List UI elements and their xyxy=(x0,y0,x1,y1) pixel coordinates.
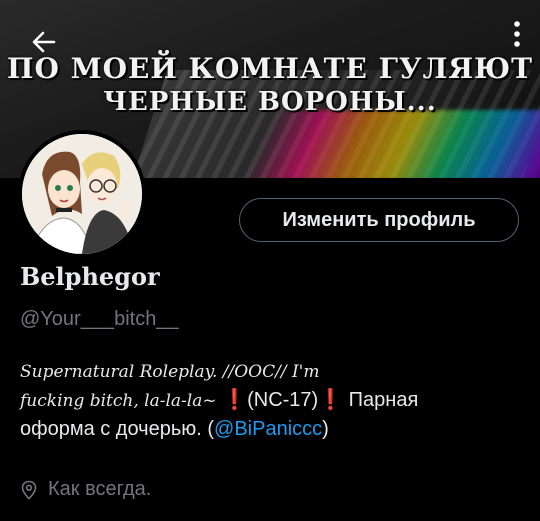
location-text: Как всегда. xyxy=(48,478,152,500)
username-handle: @Your___bitch__ xyxy=(20,308,179,330)
avatar[interactable] xyxy=(18,130,146,258)
profile-location: Как всегда. xyxy=(20,478,151,501)
bio-line3: оформа с дочерью. (@BiPaniccc) xyxy=(20,415,528,443)
bio-mention-link[interactable]: @BiPaniccc xyxy=(214,418,322,440)
bio-line1: Supernatural Roleplay. //OOC// I'm xyxy=(20,362,320,382)
warning-emoji-icon: ❗ xyxy=(318,389,344,411)
more-options-button[interactable] xyxy=(512,20,522,48)
banner-caption: ПО МОЕЙ КОМНАТЕ ГУЛЯЮТ ЧЕРНЫЕ ВОРОНЫ... xyxy=(0,52,540,118)
bio-rating: (NC-17) xyxy=(247,389,319,411)
bio-line2-tail: Парная xyxy=(343,389,419,411)
avatar-illustration xyxy=(22,134,142,254)
edit-profile-button[interactable]: Изменить профиль xyxy=(239,198,519,242)
banner-caption-line2: ЧЕРНЫЕ ВОРОНЫ... xyxy=(103,87,437,117)
profile-bio: Supernatural Roleplay. //OOC// I'm fucki… xyxy=(20,358,528,443)
bio-line3-end: ) xyxy=(322,418,329,440)
display-name: Belphegor xyxy=(20,262,160,291)
bio-line2-gothic: fucking bitch, la-la-la~ xyxy=(20,391,217,411)
back-button[interactable] xyxy=(30,28,58,61)
arrow-left-icon xyxy=(32,31,56,53)
more-vertical-icon xyxy=(514,21,520,47)
banner-rainbow-light xyxy=(243,110,540,178)
location-pin-icon xyxy=(21,480,37,500)
warning-emoji-icon: ❗ xyxy=(222,389,248,411)
bio-line2: fucking bitch, la-la-la~ ❗(NC-17)❗ Парна… xyxy=(20,386,528,415)
bio-line3-text: оформа с дочерью. ( xyxy=(20,418,215,440)
banner-caption-line1: ПО МОЕЙ КОМНАТЕ ГУЛЯЮТ xyxy=(7,52,533,85)
